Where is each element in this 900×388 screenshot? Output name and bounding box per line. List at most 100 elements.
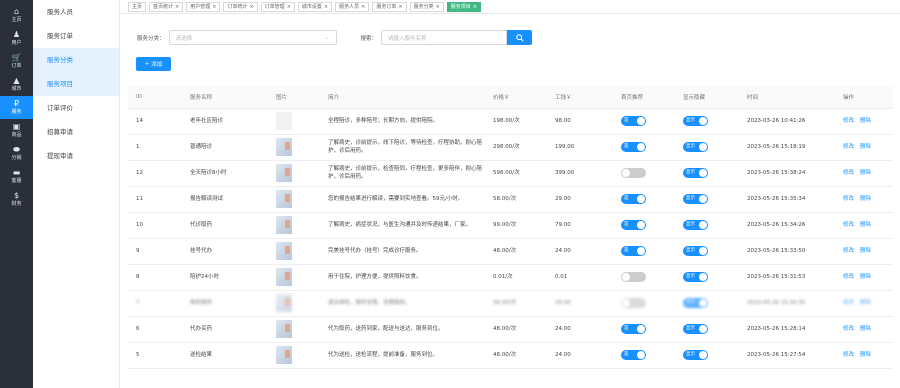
service-thumbnail[interactable]: [276, 164, 292, 182]
service-thumbnail[interactable]: [276, 190, 292, 208]
edit-link[interactable]: 修改: [843, 170, 854, 176]
service-thumbnail[interactable]: [276, 320, 292, 338]
edit-link[interactable]: 修改: [843, 222, 854, 228]
tab[interactable]: 服务项目 ×: [446, 1, 481, 12]
tab-label: 首页统计: [153, 3, 174, 10]
delete-link[interactable]: 删除: [860, 118, 871, 124]
delete-link[interactable]: 删除: [860, 248, 871, 254]
service-thumbnail[interactable]: [276, 242, 292, 260]
rail-item-support[interactable]: ▬ 客服: [0, 165, 33, 188]
edit-link[interactable]: 修改: [843, 118, 854, 124]
close-icon[interactable]: ×: [361, 2, 365, 12]
rail-item-goods[interactable]: ▣ 商品: [0, 119, 33, 142]
visibility-toggle[interactable]: 显示: [683, 272, 708, 282]
tab[interactable]: 首页统计 ×: [149, 1, 184, 12]
tab[interactable]: 订单管理 ×: [260, 1, 295, 12]
edit-link[interactable]: 修改: [843, 300, 854, 306]
delete-link[interactable]: 删除: [860, 222, 871, 228]
edit-link[interactable]: 修改: [843, 144, 854, 150]
submenu-item[interactable]: 服务订单: [33, 24, 119, 48]
tab[interactable]: 城市设置 ×: [297, 1, 333, 12]
submenu-item[interactable]: 服务分类: [33, 48, 119, 72]
search-input[interactable]: 请输入服务名称: [381, 30, 508, 45]
recommend-toggle[interactable]: 是: [621, 116, 646, 126]
main-nav-rail: ⌂ 主页 ♟ 用户 🛒 订单 ▲ 城市 ₽ 服务 ▣ 商品 ⬬ 分销 ▬ 客服 $ 财务: [0, 0, 33, 388]
recommend-toggle[interactable]: [621, 168, 646, 178]
cell-description: 了解病史，诊前提示，线下陪诊，等待检查，疗程协助，耐心陪护，诊后用药。: [320, 134, 485, 161]
recommend-toggle[interactable]: 是: [621, 324, 646, 334]
service-thumbnail[interactable]: [276, 138, 292, 156]
visibility-toggle[interactable]: 显示: [683, 168, 708, 178]
search-button[interactable]: [507, 30, 533, 45]
visibility-toggle[interactable]: 显示: [683, 298, 708, 308]
add-button-label: 添加: [151, 62, 163, 68]
visibility-toggle[interactable]: 显示: [683, 116, 708, 126]
edit-link[interactable]: 修改: [843, 352, 854, 358]
delete-link[interactable]: 删除: [860, 196, 871, 202]
edit-link[interactable]: 修改: [843, 196, 854, 202]
tab[interactable]: 服务人员 ×: [335, 1, 370, 12]
delete-link[interactable]: 删除: [860, 326, 871, 332]
recommend-toggle[interactable]: 是: [621, 194, 646, 204]
submenu-item[interactable]: 服务项目: [33, 72, 119, 96]
submenu-item[interactable]: 招募审请: [33, 120, 119, 144]
visibility-toggle[interactable]: 显示: [683, 350, 708, 360]
rail-item-home[interactable]: ⌂ 主页: [0, 4, 33, 27]
recommend-toggle[interactable]: 是: [621, 246, 646, 256]
recommend-toggle[interactable]: [621, 298, 646, 308]
service-thumbnail[interactable]: [276, 216, 292, 234]
delete-link[interactable]: 删除: [860, 300, 871, 306]
close-icon[interactable]: ×: [398, 2, 402, 12]
close-icon[interactable]: ×: [473, 2, 477, 12]
tab[interactable]: 用户管理 ×: [186, 1, 221, 12]
submenu-item[interactable]: 提现审请: [33, 144, 119, 168]
rail-item-city[interactable]: ▲ 城市: [0, 73, 33, 96]
tab[interactable]: 服务订单 ×: [372, 1, 407, 12]
submenu-item[interactable]: 服务人员: [33, 0, 119, 24]
close-icon[interactable]: ×: [324, 2, 328, 12]
rail-item-finance[interactable]: $ 财务: [0, 188, 33, 211]
close-icon[interactable]: ×: [249, 2, 253, 12]
delete-link[interactable]: 删除: [860, 352, 871, 358]
delete-link[interactable]: 删除: [860, 144, 871, 150]
service-thumbnail[interactable]: [276, 346, 292, 364]
service-thumbnail[interactable]: [276, 112, 292, 130]
cell-description: 了解病史，诊前提示，检查陪同，疗程检查，更多陪伴，耐心陪护，诊后用药。: [320, 160, 485, 187]
visibility-toggle[interactable]: 显示: [683, 220, 708, 230]
table-row: 14 老年社区陪诊 全程陪诊，多种陪号；长期方向，提供陪院。 198.00/次 98.0…: [128, 108, 893, 135]
visibility-toggle[interactable]: 显示: [683, 246, 708, 256]
recommend-toggle[interactable]: 是: [621, 350, 646, 360]
add-button[interactable]: + 添加: [136, 57, 171, 71]
close-icon[interactable]: ×: [175, 2, 179, 12]
submenu-item[interactable]: 订单评价: [33, 96, 119, 120]
rail-item-label: 订单: [11, 62, 22, 69]
rail-item-distribution[interactable]: ⬬ 分销: [0, 142, 33, 165]
recommend-toggle[interactable]: 是: [621, 220, 646, 230]
visibility-toggle[interactable]: 显示: [683, 194, 708, 204]
tab[interactable]: 主页: [128, 1, 147, 12]
edit-link[interactable]: 修改: [843, 274, 854, 280]
visibility-toggle[interactable]: 显示: [683, 142, 708, 152]
rail-item-user[interactable]: ♟ 用户: [0, 27, 33, 50]
close-icon[interactable]: ×: [212, 2, 216, 12]
category-select[interactable]: 请选择 ⌄: [168, 30, 337, 45]
table-row: 12 全天陪诊8小时 了解病史，诊前提示，检查陪同，疗程检查，更多陪伴，耐心陪护，诊…: [128, 160, 893, 187]
close-icon[interactable]: ×: [287, 2, 291, 12]
service-thumbnail[interactable]: [276, 268, 292, 286]
cell-image: [268, 290, 320, 317]
cell-image: [268, 212, 320, 239]
service-thumbnail[interactable]: [276, 294, 292, 312]
recommend-toggle[interactable]: [621, 272, 646, 282]
edit-link[interactable]: 修改: [843, 326, 854, 332]
cell-wage: 29.00: [547, 186, 613, 213]
visibility-toggle[interactable]: 显示: [683, 324, 708, 334]
edit-link[interactable]: 修改: [843, 248, 854, 254]
delete-link[interactable]: 删除: [860, 170, 871, 176]
rail-item-order[interactable]: 🛒 订单: [0, 50, 33, 73]
recommend-toggle[interactable]: 是: [621, 142, 646, 152]
tab[interactable]: 订单统计 ×: [223, 1, 258, 12]
delete-link[interactable]: 删除: [860, 274, 871, 280]
close-icon[interactable]: ×: [436, 2, 440, 12]
rail-item-service[interactable]: ₽ 服务: [0, 96, 33, 119]
tab[interactable]: 服务分类 ×: [409, 1, 444, 12]
